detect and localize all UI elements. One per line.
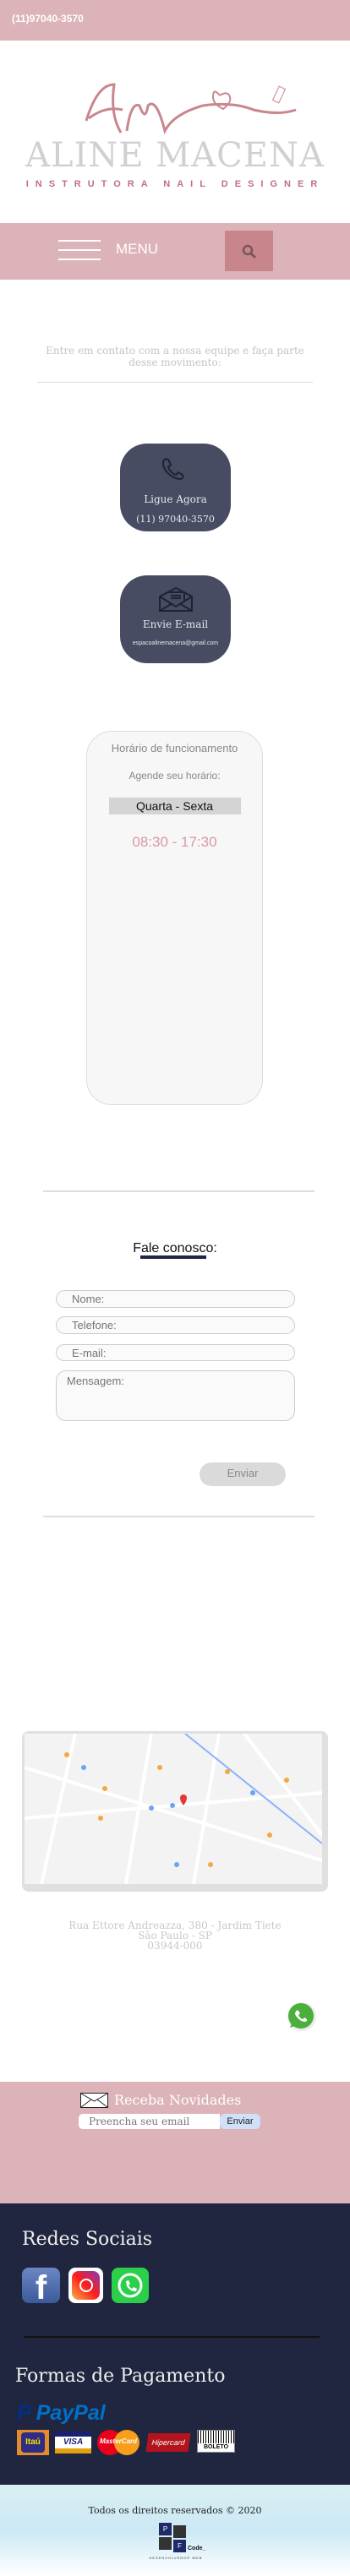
title-underline [140,1255,206,1259]
hours-days: Quarta - Sexta [108,798,241,814]
message-input[interactable] [56,1370,295,1421]
call-card[interactable]: Ligue Agora (11) 97040-3570 [120,444,231,531]
hamburger-icon [58,240,101,260]
hours-box: Horário de funcionamento Agende seu horá… [86,731,263,1105]
instagram-icon[interactable] [68,2268,103,2303]
logo-script-icon [85,83,297,135]
visa-logo: VISA [55,2432,91,2453]
form-title: Fale conosco: [133,1241,217,1255]
mastercard-logo: MasterCard [97,2430,139,2455]
top-phone[interactable]: (11)97040-3570 [12,13,84,25]
itau-logo: Itaú [17,2430,49,2455]
hours-title: Horário de funcionamento [111,742,238,754]
search-icon [242,244,257,259]
social-title: Redes Sociais [22,2229,153,2250]
boleto-logo: BOLETO [197,2430,235,2453]
hours-subtitle: Agende seu horário: [129,770,221,782]
top-bar: (11)97040-3570 [0,0,350,41]
logo[interactable]: ALINE MACENA INSTRUTORA NAIL DESIGNER [0,80,350,194]
address: Rua Ettore Andreazza, 380 - Jardim Tiete… [0,1920,350,1951]
divider [43,1190,314,1192]
email-address: espacoalinemacena@gmail.com [132,640,219,646]
logo-tagline: INSTRUTORA NAIL DESIGNER [25,179,325,189]
submit-button[interactable]: Enviar [200,1462,286,1486]
search-button[interactable] [225,231,273,271]
paypal-logo: P PayPal [17,2401,106,2425]
name-input[interactable] [56,1290,295,1308]
call-title: Ligue Agora [144,493,207,505]
email-title: Envie E-mail [142,618,209,630]
facebook-icon[interactable]: f [22,2268,60,2303]
call-number: (11) 97040-3570 [136,514,215,525]
whatsapp-icon[interactable] [112,2268,149,2303]
copyright: Todos os direitos reservados © 2020 [88,2505,262,2516]
developer-logo[interactable]: P F Code_ DESENVOLVEDOR WEB [142,2523,210,2569]
divider [24,2336,320,2338]
whatsapp-icon [287,2002,316,2031]
hipercard-logo: Hipercard [145,2433,191,2452]
divider [37,382,313,383]
address-line3: 03944-000 [147,1940,203,1952]
menu-label: MENU [116,241,159,257]
map[interactable] [22,1731,328,1892]
phone-icon [161,457,184,481]
logo-name: ALINE MACENA [25,136,325,175]
intro-text: Entre em contato com a nossa equipe e fa… [46,345,304,368]
newsletter-submit[interactable]: Enviar [220,2114,260,2129]
phone-input[interactable] [56,1316,295,1334]
footer: Redes Sociais f Formas de Pagamento P Pa… [0,2203,350,2485]
email-card[interactable]: Envie E-mail espacoalinemacena@gmail.com [120,575,231,663]
newsletter: Receba Novidades Enviar [0,2082,350,2203]
menu-button[interactable]: MENU [58,238,168,264]
newsletter-email-input[interactable] [79,2114,220,2129]
envelope-open-icon [158,586,193,612]
envelope-icon [80,2093,108,2108]
whatsapp-float-button[interactable] [285,2002,319,2032]
map-canvas[interactable] [24,1732,324,1885]
newsletter-title: Receba Novidades [114,2092,242,2108]
divider [43,1516,314,1517]
hours-time: 08:30 - 17:30 [132,834,217,850]
nav-bar: MENU [0,223,350,280]
bottom-bar: Todos os direitos reservados © 2020 P F … [0,2485,350,2576]
email-input[interactable] [56,1344,295,1361]
payment-title: Formas de Pagamento [15,2366,226,2387]
